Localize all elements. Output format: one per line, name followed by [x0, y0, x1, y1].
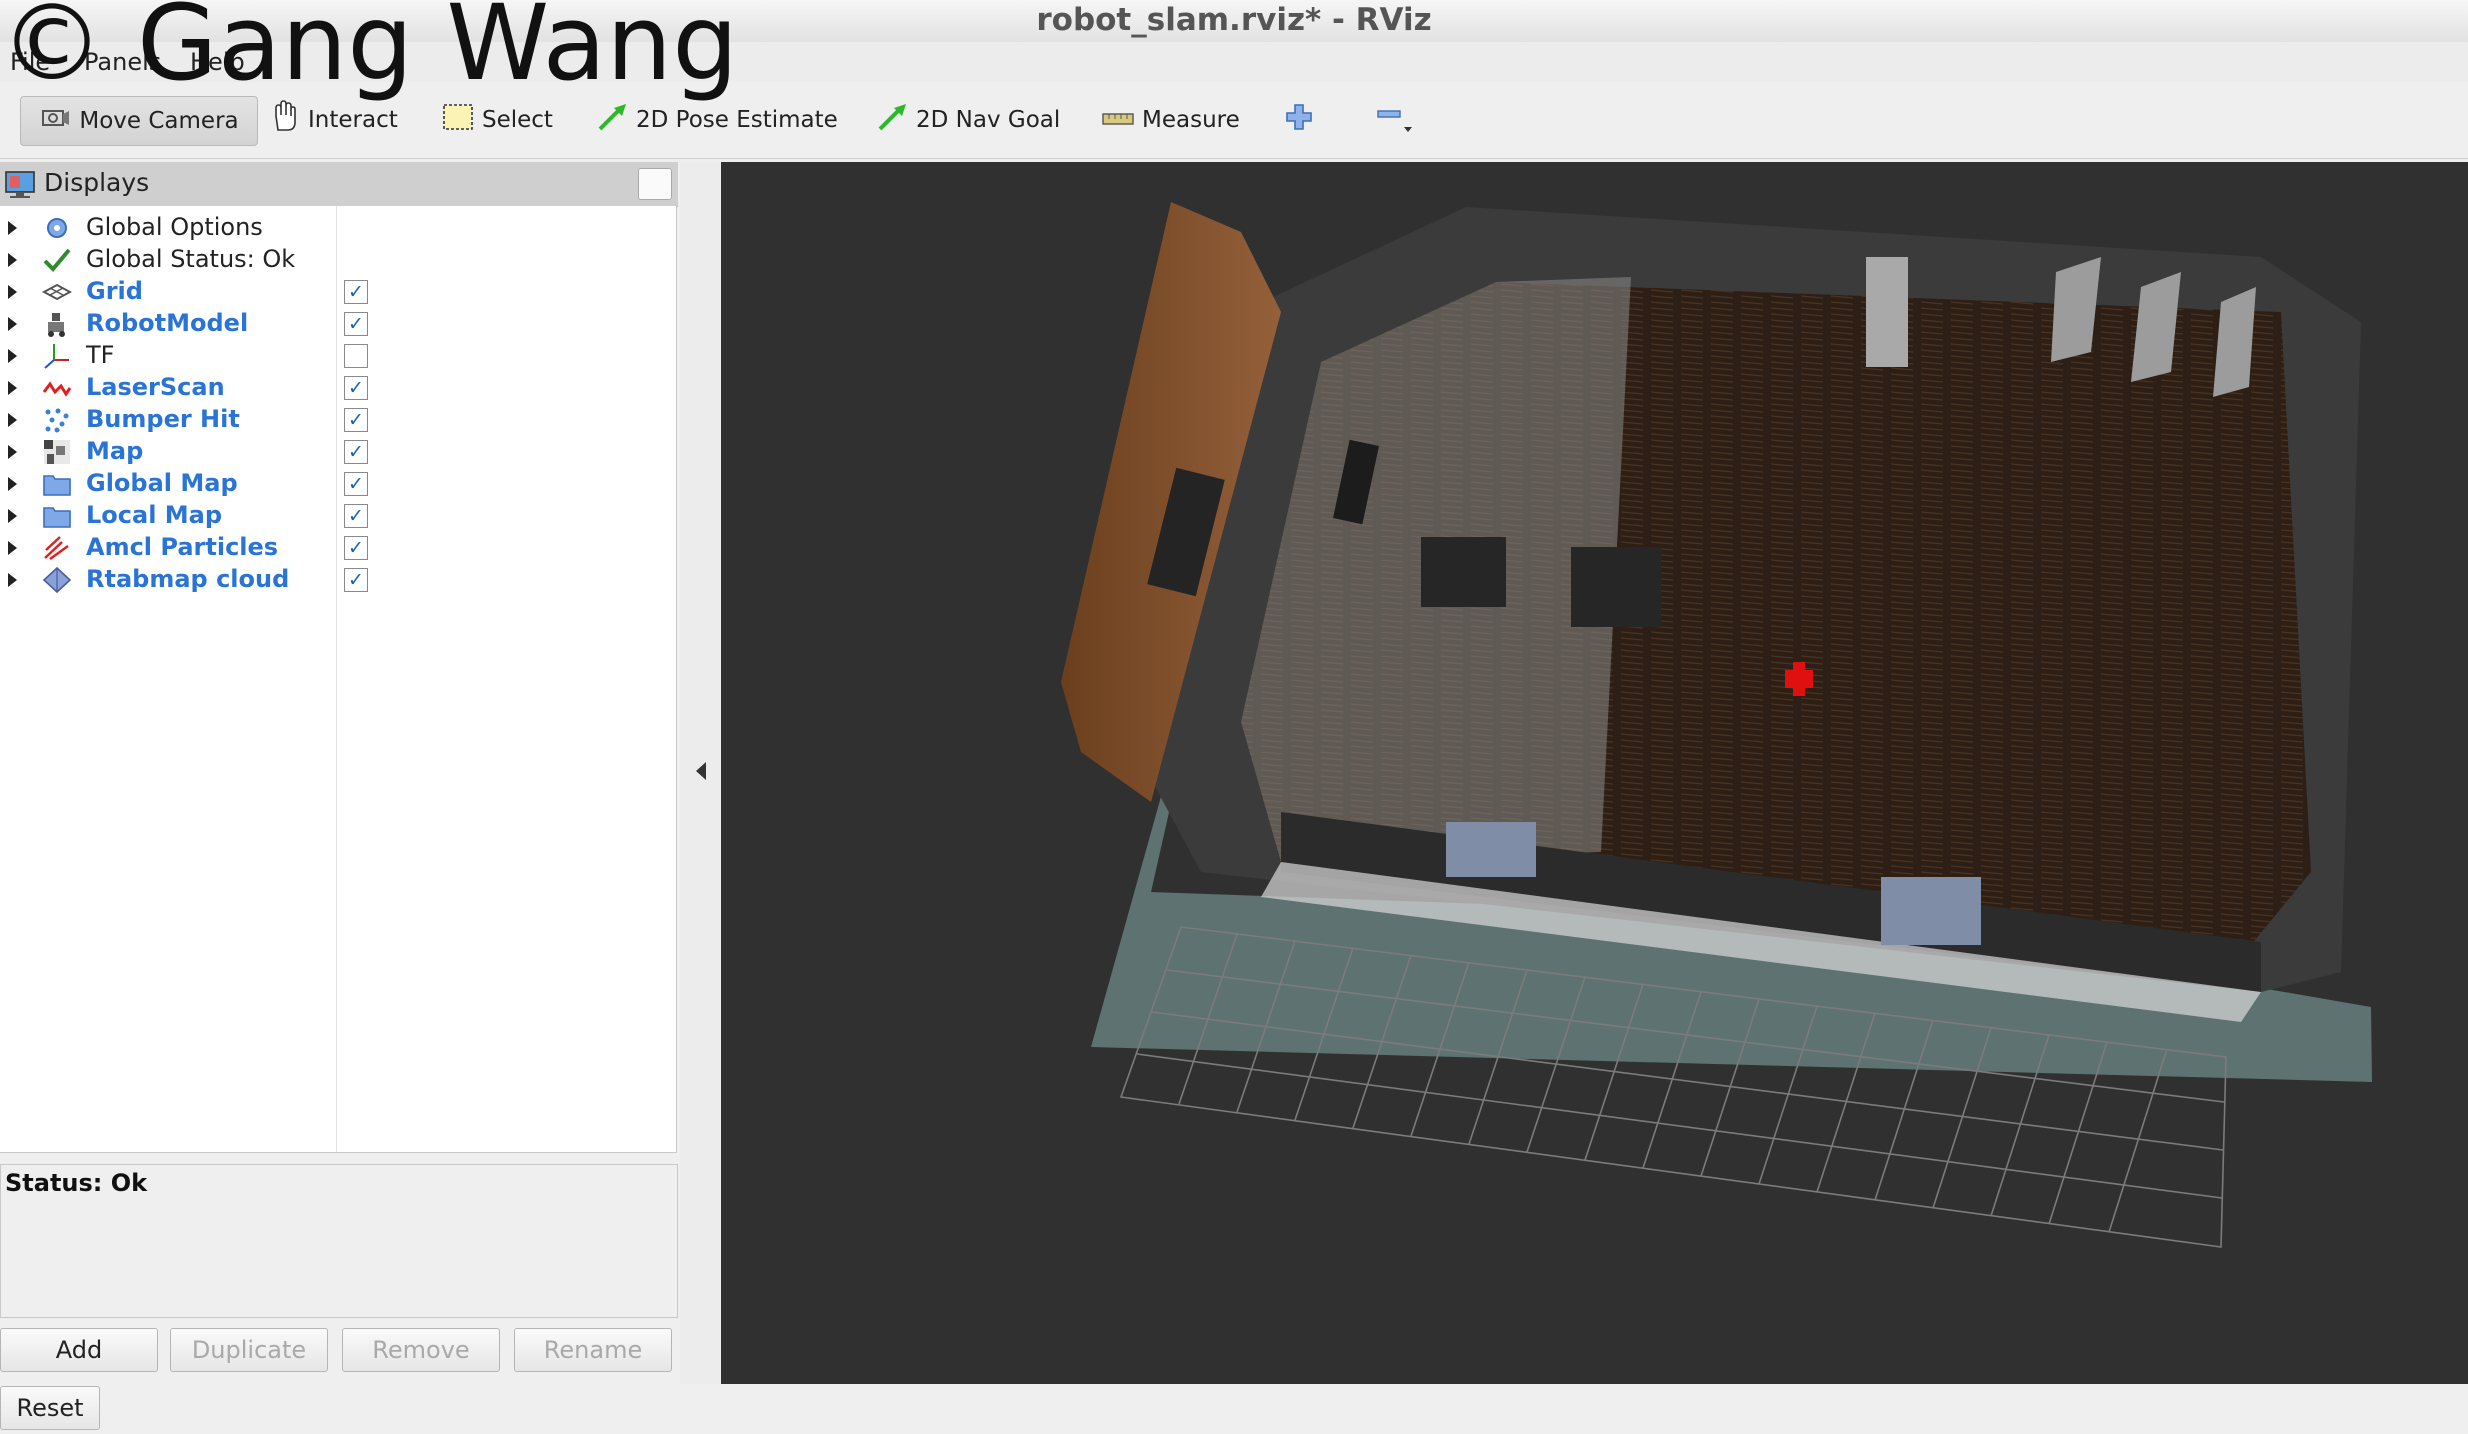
particles-icon: [42, 534, 72, 562]
measure-button[interactable]: Measure: [1102, 96, 1240, 144]
duplicate-display-button[interactable]: Duplicate: [170, 1328, 328, 1372]
display-row-laserscan[interactable]: LaserScan ✓: [0, 372, 676, 404]
display-label: Bumper Hit: [86, 405, 240, 433]
expand-arrow-icon[interactable]: [8, 413, 17, 427]
displays-tree: Global Options Global Status: Ok Grid ✓ Robo…: [0, 206, 677, 1153]
ruler-icon: [1102, 107, 1134, 133]
expand-arrow-icon[interactable]: [8, 317, 17, 331]
expand-arrow-icon[interactable]: [8, 253, 17, 267]
display-enable-checkbox[interactable]: ✓: [344, 280, 368, 304]
laser-icon: [42, 374, 72, 402]
display-row-amcl-particles[interactable]: Amcl Particles ✓: [0, 532, 676, 564]
display-label: Map: [86, 437, 144, 465]
cloud-icon: [42, 566, 72, 594]
plus-icon: [1284, 102, 1314, 138]
display-label: Rtabmap cloud: [86, 565, 290, 593]
minus-icon: [1374, 99, 1414, 141]
display-row-global-status-ok[interactable]: Global Status: Ok: [0, 244, 676, 276]
display-row-grid[interactable]: Grid ✓: [0, 276, 676, 308]
folder-icon: [42, 502, 72, 530]
rename-display-button[interactable]: Rename: [514, 1328, 672, 1372]
displays-panel-header: Displays: [0, 162, 678, 207]
display-row-bumper-hit[interactable]: Bumper Hit ✓: [0, 404, 676, 436]
display-label: Global Status: Ok: [86, 245, 296, 273]
expand-arrow-icon[interactable]: [8, 221, 17, 235]
green-arrow-icon: [876, 102, 908, 138]
watermark: © Gang Wang: [0, 0, 739, 104]
display-row-global-options[interactable]: Global Options: [0, 212, 676, 244]
panel-splitter[interactable]: [680, 162, 720, 1384]
axes-icon: [42, 342, 72, 370]
measure-label: Measure: [1142, 107, 1240, 133]
display-label: RobotModel: [86, 309, 249, 337]
gear-icon: [42, 214, 72, 242]
expand-arrow-icon[interactable]: [8, 573, 17, 587]
grid-icon: [41, 278, 73, 306]
display-row-robotmodel[interactable]: RobotModel ✓: [0, 308, 676, 340]
status-text: Status: Ok: [5, 1169, 148, 1197]
check-icon: [42, 246, 72, 274]
display-label: Global Options: [86, 213, 263, 241]
add-tool-button[interactable]: [1284, 96, 1322, 144]
collapse-arrow-icon[interactable]: [696, 762, 706, 780]
display-label: Local Map: [86, 501, 223, 529]
expand-arrow-icon[interactable]: [8, 349, 17, 363]
move-camera-icon: [39, 103, 71, 139]
display-row-tf[interactable]: TF: [0, 340, 676, 372]
points-icon: [42, 406, 72, 434]
select-rect-icon: [442, 103, 474, 137]
display-enable-checkbox[interactable]: ✓: [344, 408, 368, 432]
map-icon: [42, 438, 72, 466]
hand-icon: [268, 100, 300, 140]
expand-arrow-icon[interactable]: [8, 509, 17, 523]
display-enable-checkbox[interactable]: ✓: [344, 504, 368, 528]
displays-float-button[interactable]: [638, 168, 672, 200]
display-label: LaserScan: [86, 373, 225, 401]
reset-button[interactable]: Reset: [0, 1386, 100, 1430]
display-label: TF: [86, 341, 115, 369]
expand-arrow-icon[interactable]: [8, 381, 17, 395]
display-enable-checkbox[interactable]: ✓: [344, 536, 368, 560]
display-enable-checkbox[interactable]: [344, 344, 368, 368]
display-label: Global Map: [86, 469, 238, 497]
folder-icon: [42, 470, 72, 498]
monitor-icon: [4, 170, 36, 204]
remove-display-button[interactable]: Remove: [342, 1328, 500, 1372]
expand-arrow-icon[interactable]: [8, 445, 17, 459]
select-label: Select: [482, 107, 553, 133]
remove-tool-button[interactable]: [1374, 96, 1422, 144]
display-label: Grid: [86, 277, 143, 305]
nav-goal-button[interactable]: 2D Nav Goal: [876, 96, 1060, 144]
robot-icon: [42, 310, 72, 338]
display-enable-checkbox[interactable]: ✓: [344, 440, 368, 464]
nav-goal-label: 2D Nav Goal: [916, 107, 1061, 133]
displays-title: Displays: [44, 168, 150, 197]
expand-arrow-icon[interactable]: [8, 285, 17, 299]
move-camera-label: Move Camera: [79, 108, 239, 134]
display-enable-checkbox[interactable]: ✓: [344, 568, 368, 592]
display-row-rtabmap-cloud[interactable]: Rtabmap cloud ✓: [0, 564, 676, 596]
3d-viewport[interactable]: [721, 162, 2468, 1384]
display-label: Amcl Particles: [86, 533, 279, 561]
pose-estimate-label: 2D Pose Estimate: [636, 107, 838, 133]
display-enable-checkbox[interactable]: ✓: [344, 312, 368, 336]
expand-arrow-icon[interactable]: [8, 477, 17, 491]
display-enable-checkbox[interactable]: ✓: [344, 472, 368, 496]
display-row-map[interactable]: Map ✓: [0, 436, 676, 468]
display-row-local-map[interactable]: Local Map ✓: [0, 500, 676, 532]
add-display-button[interactable]: Add: [0, 1328, 158, 1372]
display-row-global-map[interactable]: Global Map ✓: [0, 468, 676, 500]
expand-arrow-icon[interactable]: [8, 541, 17, 555]
interact-label: Interact: [308, 107, 398, 133]
green-arrow-icon: [596, 102, 628, 138]
display-enable-checkbox[interactable]: ✓: [344, 376, 368, 400]
status-panel: Status: Ok: [0, 1164, 678, 1318]
